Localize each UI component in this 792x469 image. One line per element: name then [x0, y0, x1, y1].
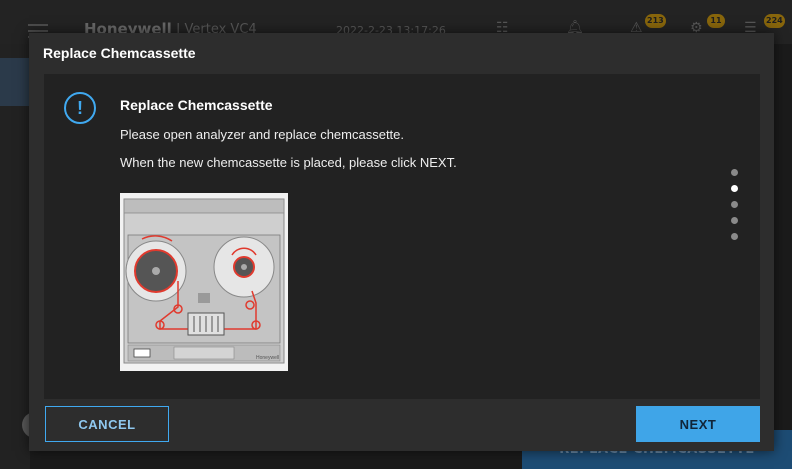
event-count-badge: 224 [764, 14, 785, 28]
analyzer-illustration: Honeywell [120, 193, 288, 371]
background-sidebar [0, 44, 30, 469]
step-dot [731, 217, 738, 224]
step-dot [731, 169, 738, 176]
message-line-2: When the new chemcassette is placed, ple… [120, 155, 457, 170]
alarm-count-badge: 213 [645, 14, 666, 28]
info-icon: ! [64, 92, 96, 124]
step-dot-active [731, 185, 738, 192]
step-dot [731, 201, 738, 208]
next-button[interactable]: NEXT [636, 406, 760, 442]
step-pager [731, 169, 739, 241]
step-dot [731, 233, 738, 240]
replace-chemcassette-dialog: Replace Chemcassette ! Replace Chemcasse… [29, 33, 774, 451]
dialog-title: Replace Chemcassette [43, 45, 196, 61]
fault-count-badge: 11 [707, 14, 725, 28]
message-title: Replace Chemcassette [120, 97, 273, 113]
cancel-button[interactable]: CANCEL [45, 406, 169, 442]
illustration-logo: Honeywell [256, 355, 279, 361]
message-line-1: Please open analyzer and replace chemcas… [120, 127, 405, 142]
